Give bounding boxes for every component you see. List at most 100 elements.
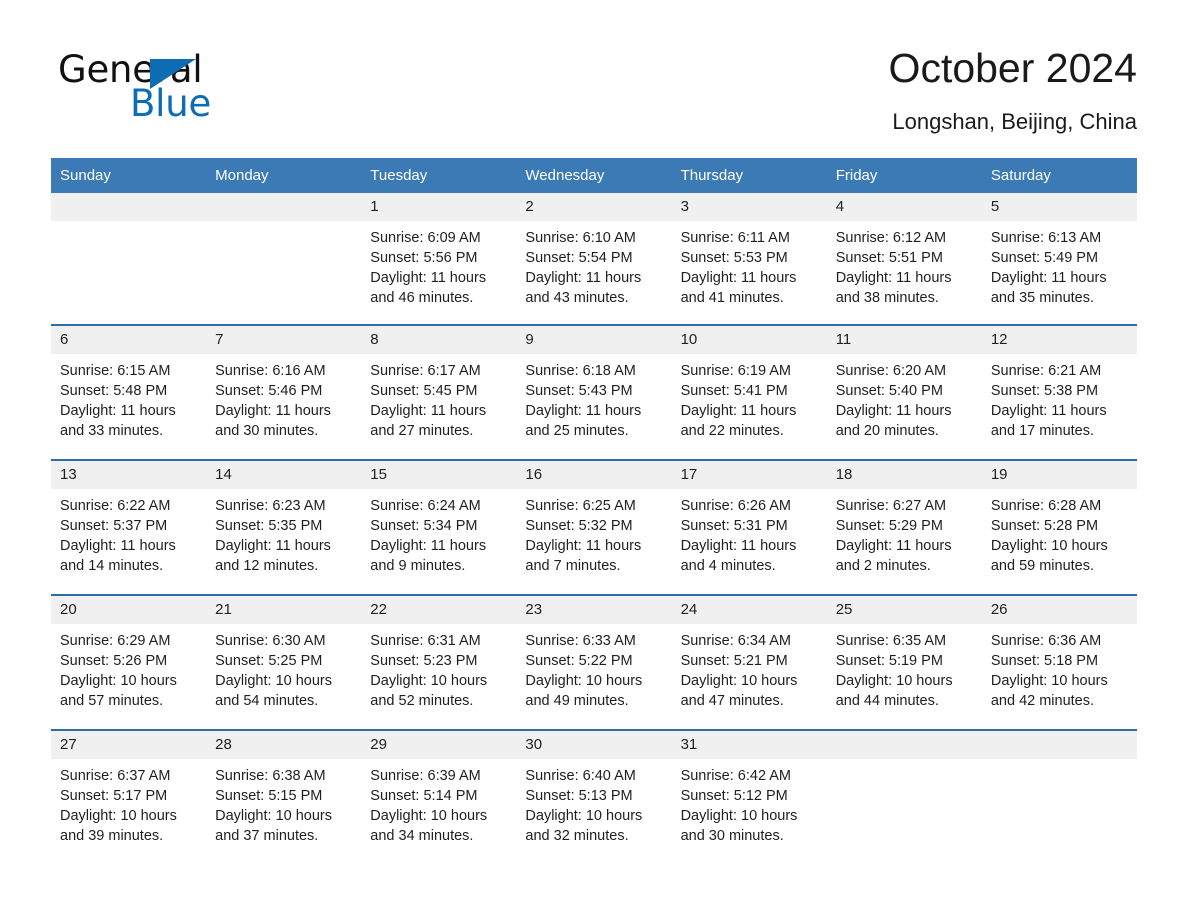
calendar-day-cell[interactable]: 1 Sunrise: 6:09 AM Sunset: 5:56 PM Daylight… [361, 193, 517, 325]
daylight-duration-line1: Daylight: 11 hours [835, 270, 952, 286]
calendar-day-cell[interactable]: 22 Sunrise: 6:31 AM Sunset: 5:23 PM Dayligh… [361, 594, 517, 730]
daylight-duration-line2: and 27 minutes. [370, 423, 474, 439]
calendar-day-cell[interactable]: 5 Sunrise: 6:13 AM Sunset: 5:49 PM Daylight… [981, 193, 1137, 325]
day-cell-inner: 1 Sunrise: 6:09 AM Sunset: 5:56 PM Daylight… [361, 193, 517, 324]
day-number: 27 [51, 731, 207, 759]
day-number: 21 [206, 596, 362, 624]
sunrise-time: Sunrise: 6:27 AM [835, 498, 947, 514]
calendar-day-cell[interactable]: 11 Sunrise: 6:20 AM Sunset: 5:40 PM Dayligh… [826, 324, 982, 460]
sunset-time: Sunset: 5:15 PM [215, 788, 323, 804]
day-cell-inner [206, 193, 362, 324]
calendar-day-cell[interactable]: 3 Sunrise: 6:11 AM Sunset: 5:53 PM Daylight… [671, 193, 827, 325]
daylight-duration-line1: Daylight: 10 hours [990, 673, 1108, 689]
calendar-day-cell[interactable]: 25 Sunrise: 6:35 AM Sunset: 5:19 PM Dayligh… [826, 594, 982, 730]
calendar-day-cell[interactable]: 6 Sunrise: 6:15 AM Sunset: 5:48 PM Daylight… [51, 324, 207, 460]
day-cell-inner [51, 193, 207, 324]
day-cell-inner: 31 Sunrise: 6:42 AM Sunset: 5:12 PM Dayligh… [671, 731, 827, 864]
calendar-day-cell[interactable]: 14 Sunrise: 6:23 AM Sunset: 5:35 PM Dayligh… [206, 459, 362, 595]
calendar-day-cell[interactable]: 12 Sunrise: 6:21 AM Sunset: 5:38 PM Dayligh… [981, 324, 1137, 460]
day-cell-inner: 21 Sunrise: 6:30 AM Sunset: 5:25 PM Dayligh… [206, 596, 362, 729]
sunset-time: Sunset: 5:54 PM [525, 250, 633, 266]
daylight-duration-line2: and 35 minutes. [990, 290, 1095, 306]
calendar-day-cell[interactable]: 9 Sunrise: 6:18 AM Sunset: 5:43 PM Daylight… [516, 324, 672, 460]
weekday-header-saturday: Saturday [981, 158, 1137, 193]
daylight-duration-line2: and 9 minutes. [370, 558, 466, 574]
daylight-duration-line2: and 46 minutes. [370, 290, 474, 306]
daylight-duration-line2: and 44 minutes. [835, 693, 939, 709]
sunrise-time: Sunrise: 6:18 AM [525, 363, 636, 379]
calendar-day-cell[interactable]: 30 Sunrise: 6:40 AM Sunset: 5:13 PM Dayligh… [516, 729, 672, 864]
day-cell-inner: 22 Sunrise: 6:31 AM Sunset: 5:23 PM Dayligh… [361, 596, 517, 729]
calendar-day-cell[interactable]: 18 Sunrise: 6:27 AM Sunset: 5:29 PM Dayligh… [826, 459, 982, 595]
calendar-day-cell[interactable]: 21 Sunrise: 6:30 AM Sunset: 5:25 PM Dayligh… [206, 594, 362, 730]
day-cell-inner: 26 Sunrise: 6:36 AM Sunset: 5:18 PM Dayligh… [981, 596, 1137, 729]
sunset-time: Sunset: 5:46 PM [215, 383, 323, 399]
day-details: Sunrise: 6:29 AM Sunset: 5:26 PM Daylight:… [51, 624, 206, 711]
calendar-day-cell[interactable]: 17 Sunrise: 6:26 AM Sunset: 5:31 PM Dayligh… [671, 459, 827, 595]
day-number: 12 [981, 326, 1137, 354]
daylight-duration-line1: Daylight: 10 hours [370, 673, 488, 689]
sunrise-time: Sunrise: 6:28 AM [990, 498, 1102, 514]
calendar-day-cell[interactable]: 27 Sunrise: 6:37 AM Sunset: 5:17 PM Dayligh… [51, 729, 207, 864]
calendar-day-cell[interactable]: 24 Sunrise: 6:34 AM Sunset: 5:21 PM Dayligh… [671, 594, 827, 730]
day-number: 18 [826, 461, 982, 489]
sunrise-sunset-calendar: Sunday Monday Tuesday Wednesday Thursday… [51, 158, 1137, 864]
sunset-time: Sunset: 5:22 PM [525, 653, 633, 669]
day-details: Sunrise: 6:35 AM Sunset: 5:19 PM Daylight:… [827, 624, 982, 711]
day-cell-inner [981, 731, 1137, 864]
sunset-time: Sunset: 5:51 PM [835, 250, 943, 266]
calendar-day-cell[interactable]: 28 Sunrise: 6:38 AM Sunset: 5:15 PM Dayligh… [206, 729, 362, 864]
calendar-day-cell[interactable]: 26 Sunrise: 6:36 AM Sunset: 5:18 PM Dayligh… [981, 594, 1137, 730]
calendar-week-row: 13 Sunrise: 6:22 AM Sunset: 5:37 PM Dayligh… [51, 459, 1137, 595]
daylight-duration-line2: and 25 minutes. [525, 423, 629, 439]
sunset-time: Sunset: 5:23 PM [370, 653, 478, 669]
weekday-header-thursday: Thursday [671, 158, 827, 193]
daylight-duration-line1: Daylight: 10 hours [60, 673, 177, 689]
calendar-day-cell[interactable]: 16 Sunrise: 6:25 AM Sunset: 5:32 PM Dayligh… [516, 459, 672, 595]
calendar-day-cell[interactable]: 23 Sunrise: 6:33 AM Sunset: 5:22 PM Dayligh… [516, 594, 672, 730]
daylight-duration-line2: and 49 minutes. [525, 693, 629, 709]
daylight-duration-line1: Daylight: 10 hours [525, 808, 643, 824]
day-details: Sunrise: 6:09 AM Sunset: 5:56 PM Daylight:… [361, 221, 516, 308]
calendar-day-cell[interactable]: 10 Sunrise: 6:19 AM Sunset: 5:41 PM Dayligh… [671, 324, 827, 460]
sunrise-time: Sunrise: 6:30 AM [215, 633, 326, 649]
day-number: 19 [981, 461, 1137, 489]
daylight-duration-line2: and 47 minutes. [680, 693, 784, 709]
calendar-day-cell[interactable]: 15 Sunrise: 6:24 AM Sunset: 5:34 PM Dayligh… [361, 459, 517, 595]
day-details: Sunrise: 6:27 AM Sunset: 5:29 PM Daylight:… [827, 489, 982, 576]
daylight-duration-line1: Daylight: 11 hours [680, 270, 797, 286]
calendar-day-cell[interactable]: 31 Sunrise: 6:42 AM Sunset: 5:12 PM Dayligh… [671, 729, 827, 864]
calendar-day-cell[interactable]: 2 Sunrise: 6:10 AM Sunset: 5:54 PM Daylight… [516, 193, 672, 325]
day-number: 6 [51, 326, 207, 354]
daylight-duration-line1: Daylight: 11 hours [370, 270, 487, 286]
calendar-day-cell[interactable]: 19 Sunrise: 6:28 AM Sunset: 5:28 PM Dayligh… [981, 459, 1137, 595]
calendar-day-cell[interactable]: 13 Sunrise: 6:22 AM Sunset: 5:37 PM Dayligh… [51, 459, 207, 595]
daylight-duration-line1: Daylight: 11 hours [835, 538, 952, 554]
sunrise-time: Sunrise: 6:24 AM [370, 498, 481, 514]
sunrise-time: Sunrise: 6:37 AM [60, 768, 171, 784]
calendar-day-cell[interactable]: 29 Sunrise: 6:39 AM Sunset: 5:14 PM Dayligh… [361, 729, 517, 864]
daylight-duration-line2: and 17 minutes. [990, 423, 1095, 439]
sunset-time: Sunset: 5:26 PM [60, 653, 168, 669]
sunrise-time: Sunrise: 6:12 AM [835, 230, 947, 246]
sunset-time: Sunset: 5:18 PM [990, 653, 1099, 669]
daylight-duration-line1: Daylight: 11 hours [680, 538, 797, 554]
daylight-duration-line2: and 39 minutes. [60, 828, 164, 844]
weekday-header-tuesday: Tuesday [361, 158, 517, 193]
day-details: Sunrise: 6:40 AM Sunset: 5:13 PM Daylight:… [516, 759, 671, 846]
sunrise-time: Sunrise: 6:33 AM [525, 633, 636, 649]
day-cell-inner: 30 Sunrise: 6:40 AM Sunset: 5:13 PM Dayligh… [516, 731, 672, 864]
calendar-day-cell[interactable]: 8 Sunrise: 6:17 AM Sunset: 5:45 PM Daylight… [361, 324, 517, 460]
day-details: Sunrise: 6:20 AM Sunset: 5:40 PM Daylight:… [827, 354, 982, 441]
page-subtitle: Longshan, Beijing, China [892, 109, 1137, 134]
sunrise-time: Sunrise: 6:10 AM [525, 230, 636, 246]
calendar-day-cell[interactable]: 7 Sunrise: 6:16 AM Sunset: 5:46 PM Daylight… [206, 324, 362, 460]
day-details: Sunrise: 6:38 AM Sunset: 5:15 PM Daylight:… [206, 759, 361, 846]
daylight-duration-line2: and 38 minutes. [835, 290, 939, 306]
day-cell-inner: 28 Sunrise: 6:38 AM Sunset: 5:15 PM Dayligh… [206, 731, 362, 864]
calendar-day-cell[interactable]: 20 Sunrise: 6:29 AM Sunset: 5:26 PM Dayligh… [51, 594, 207, 730]
day-details: Sunrise: 6:31 AM Sunset: 5:23 PM Daylight:… [361, 624, 516, 711]
sunrise-time: Sunrise: 6:31 AM [370, 633, 481, 649]
calendar-day-cell[interactable]: 4 Sunrise: 6:12 AM Sunset: 5:51 PM Daylight… [826, 193, 982, 325]
day-cell-inner: 10 Sunrise: 6:19 AM Sunset: 5:41 PM Dayligh… [671, 326, 827, 459]
